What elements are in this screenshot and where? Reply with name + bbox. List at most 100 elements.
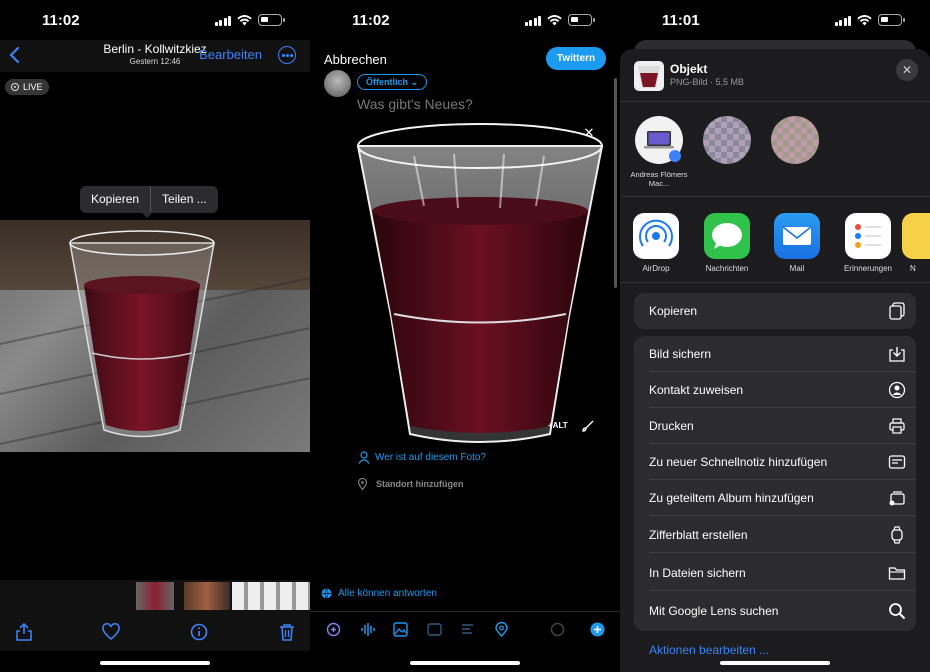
- action-label: In Dateien sichern: [649, 566, 746, 580]
- action-watch-face[interactable]: Zifferblatt erstellen: [634, 517, 916, 553]
- action-shared-album[interactable]: Zu geteiltem Album hinzufügen: [634, 480, 916, 516]
- photo-nav-bar: Berlin - Kollwitzkiez Gestern 12:46 Bear…: [0, 40, 310, 72]
- shared-album-icon: [889, 491, 905, 506]
- context-menu: Kopieren Teilen ...: [80, 186, 218, 213]
- object-thumbnail: [634, 61, 664, 91]
- action-save-image[interactable]: Bild sichern: [634, 336, 916, 372]
- wifi-icon: [857, 15, 872, 26]
- printer-icon: [889, 418, 905, 434]
- action-label: Zu neuer Schnellnotiz hinzufügen: [649, 455, 828, 469]
- heart-icon[interactable]: [102, 623, 120, 641]
- action-label: Zu geteiltem Album hinzufügen: [649, 491, 814, 505]
- share-icon[interactable]: [15, 623, 33, 641]
- status-time: 11:02: [352, 12, 390, 29]
- signal-icon: [524, 15, 541, 26]
- contact-avatar: [771, 116, 819, 164]
- audience-label: Öffentlich: [366, 77, 408, 87]
- app-notes[interactable]: N: [902, 213, 930, 273]
- signal-icon: [214, 15, 231, 26]
- cancel-button[interactable]: Abbrechen: [324, 52, 387, 67]
- compose-toolbar: [310, 614, 620, 648]
- more-icon[interactable]: [278, 46, 296, 64]
- reminders-icon: [845, 213, 891, 259]
- action-copy[interactable]: Kopieren: [634, 293, 916, 329]
- attached-image[interactable]: [354, 116, 606, 446]
- trash-icon[interactable]: [278, 623, 296, 641]
- action-save-files[interactable]: In Dateien sichern: [634, 555, 916, 591]
- app-reminders[interactable]: Erinnerungen: [838, 213, 898, 273]
- compose-input[interactable]: Was gibt's Neues?: [357, 96, 473, 112]
- app-label: Erinnerungen: [843, 264, 893, 273]
- app-label: Nachrichten: [705, 264, 749, 273]
- photo-date: Gestern 12:46: [129, 57, 181, 66]
- home-indicator: [410, 661, 520, 665]
- edit-image-icon[interactable]: [581, 419, 595, 433]
- tweet-button[interactable]: Twittern: [546, 47, 606, 70]
- info-icon[interactable]: [190, 623, 208, 641]
- add-location-row[interactable]: Standort hinzufügen: [358, 478, 464, 490]
- live-icon: [11, 83, 19, 91]
- object-info: PNG-Bild · 5,5 MB: [670, 77, 745, 87]
- quick-note-icon: [888, 455, 906, 469]
- airdrop-contact[interactable]: [698, 116, 756, 164]
- copy-icon: [889, 302, 905, 320]
- airdrop-contact[interactable]: [766, 116, 824, 164]
- watch-icon: [891, 526, 903, 544]
- add-tweet-icon[interactable]: [590, 622, 605, 637]
- alt-text-button[interactable]: +ALT: [548, 421, 568, 430]
- folder-icon: [888, 567, 906, 580]
- live-badge[interactable]: LIVE: [5, 79, 49, 95]
- avatar[interactable]: [324, 70, 351, 97]
- action-label: Mit Google Lens suchen: [649, 604, 779, 618]
- airdrop-device[interactable]: Andreas Flömers Mac...: [630, 116, 688, 188]
- edit-actions-link[interactable]: Aktionen bearbeiten ...: [649, 643, 769, 657]
- person-icon: [358, 451, 370, 464]
- app-mail[interactable]: Mail: [767, 213, 827, 273]
- battery-icon: [878, 14, 905, 26]
- edit-button[interactable]: Bearbeiten: [199, 47, 262, 62]
- reply-setting-label: Alle können antworten: [338, 588, 437, 599]
- context-menu-arrow: [141, 212, 153, 218]
- tag-people-label: Wer ist auf diesem Foto?: [375, 452, 486, 463]
- image-icon[interactable]: [393, 622, 408, 637]
- app-messages[interactable]: Nachrichten: [697, 213, 757, 273]
- thumbnail[interactable]: [232, 582, 310, 610]
- share-menu-item[interactable]: Teilen ...: [151, 186, 218, 213]
- battery-icon: [258, 14, 285, 26]
- glass-image: [69, 230, 215, 438]
- messages-icon: [704, 213, 750, 259]
- location-pin-icon: [358, 478, 367, 490]
- action-print[interactable]: Drucken: [634, 408, 916, 444]
- copy-menu-item[interactable]: Kopieren: [80, 186, 150, 213]
- add-location-label: Standort hinzufügen: [376, 479, 464, 489]
- chevron-down-icon: ⌄: [410, 77, 419, 87]
- action-label: Drucken: [649, 419, 694, 433]
- photo-image[interactable]: [0, 220, 310, 452]
- poll-icon[interactable]: [460, 622, 475, 637]
- app-airdrop[interactable]: AirDrop: [626, 213, 686, 273]
- signal-icon: [834, 15, 851, 26]
- search-icon: [889, 603, 906, 620]
- reply-setting[interactable]: Alle können antworten: [321, 588, 437, 599]
- thumbnail[interactable]: [136, 582, 174, 610]
- status-time: 11:02: [42, 12, 80, 29]
- status-bar: 11:02: [310, 0, 620, 40]
- action-quick-note[interactable]: Zu neuer Schnellnotiz hinzufügen: [634, 444, 916, 480]
- thumbnail-strip[interactable]: [0, 580, 310, 611]
- object-title: Objekt: [670, 62, 708, 76]
- scrollbar[interactable]: [614, 78, 617, 288]
- notes-icon: [902, 213, 930, 259]
- spaces-icon[interactable]: [326, 622, 341, 637]
- thumbnail[interactable]: [184, 582, 230, 610]
- action-assign-contact[interactable]: Kontakt zuweisen: [634, 372, 916, 408]
- copy-action-group: Kopieren: [634, 293, 916, 329]
- action-google-lens[interactable]: Mit Google Lens suchen: [634, 593, 916, 629]
- voice-icon[interactable]: [360, 622, 375, 637]
- remove-image-icon[interactable]: ✕: [582, 126, 596, 140]
- tweet-compose-panel: 11:02 Abbrechen Twittern Öffentlich ⌄ Wa…: [310, 0, 620, 672]
- tag-people-row[interactable]: Wer ist auf diesem Foto?: [358, 451, 486, 464]
- audience-selector[interactable]: Öffentlich ⌄: [357, 74, 428, 90]
- location-icon[interactable]: [494, 622, 509, 637]
- close-icon[interactable]: ✕: [896, 59, 918, 81]
- gif-icon[interactable]: [427, 622, 442, 637]
